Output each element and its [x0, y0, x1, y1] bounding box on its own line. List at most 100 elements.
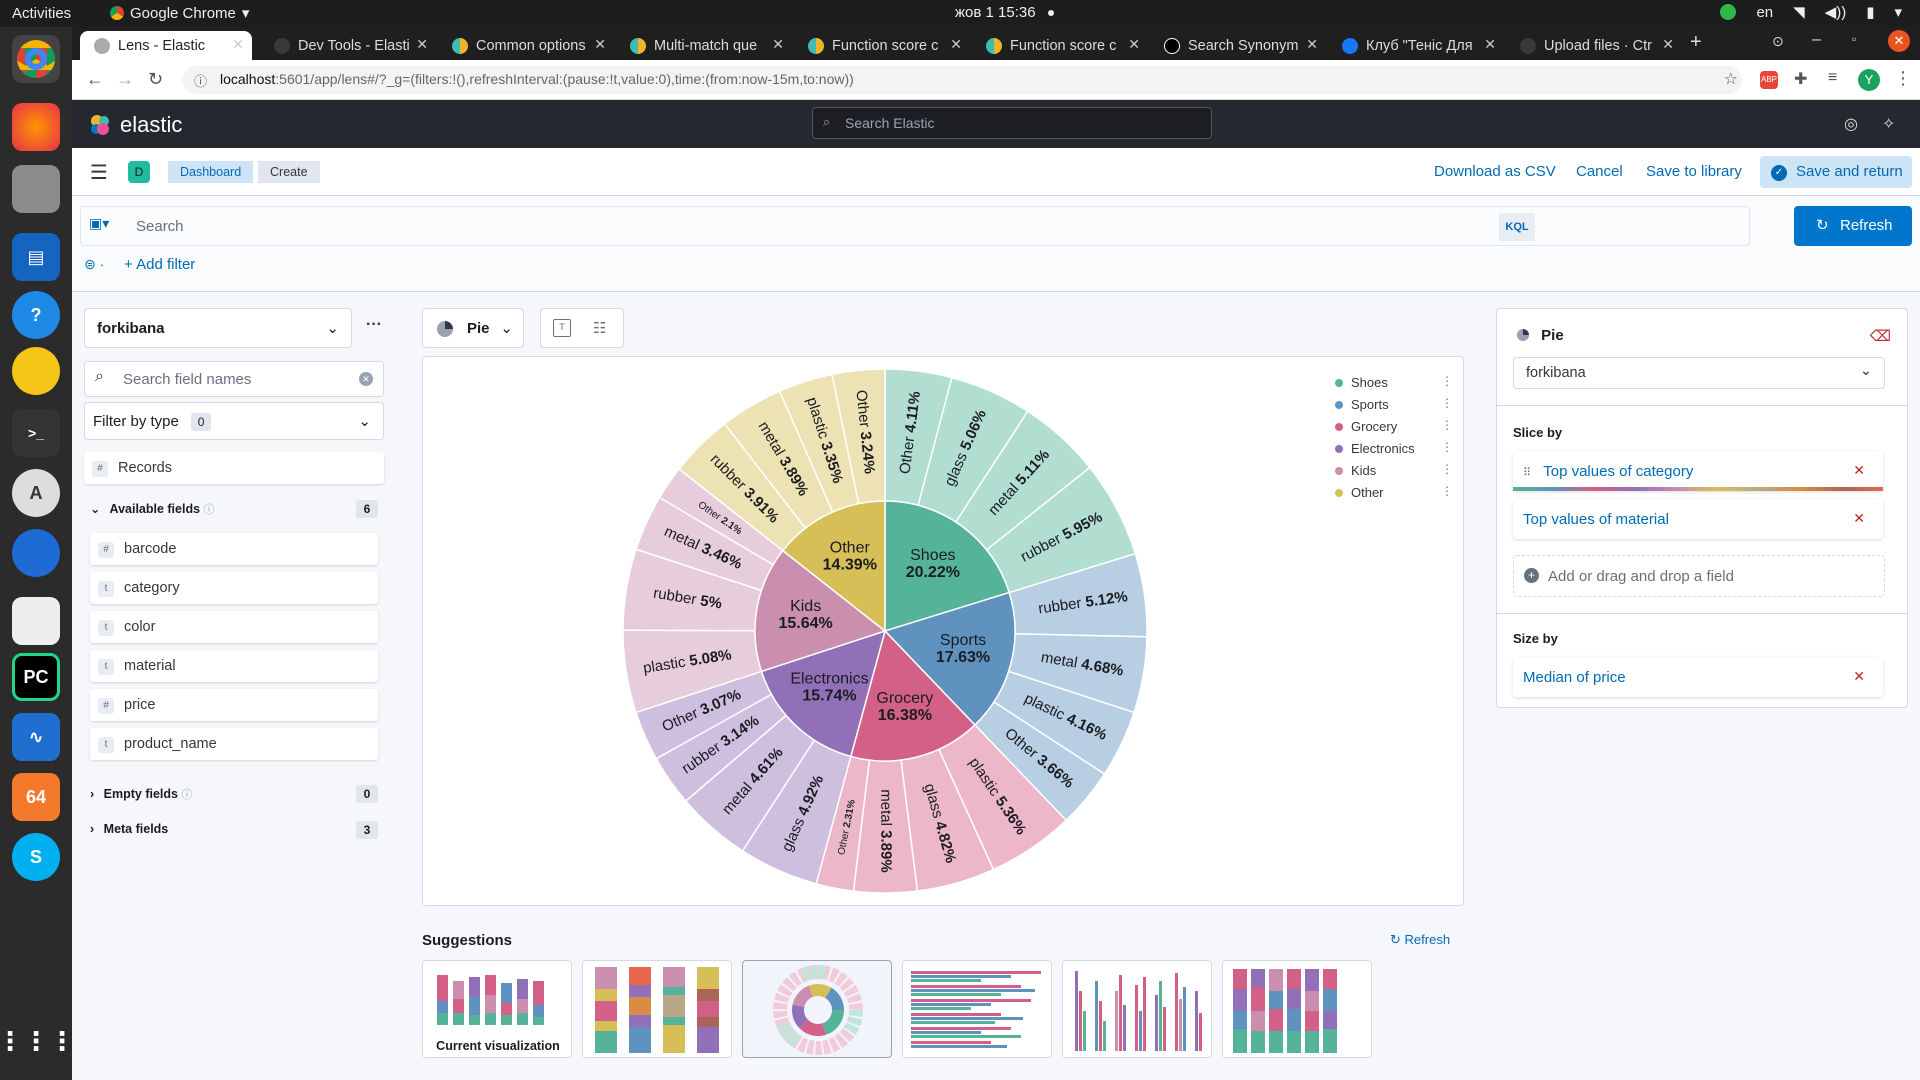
reload-icon[interactable]: ↻	[148, 69, 163, 90]
remove-dimension-icon[interactable]: ✕	[1853, 510, 1865, 527]
legend-actions-icon[interactable]: ⋮	[1441, 462, 1453, 476]
system-tray[interactable]: en ◥ ◀)) ▮ ▾	[1720, 3, 1902, 21]
dock-skype-icon[interactable]: S	[12, 833, 60, 881]
suggestion-stacked-bar[interactable]	[582, 960, 732, 1058]
dock-files-icon[interactable]	[12, 165, 60, 213]
kql-language-button[interactable]: KQL	[1499, 213, 1535, 241]
field-item[interactable]: t product_name	[90, 728, 378, 760]
dock-monitor-icon[interactable]: ∿	[12, 713, 60, 761]
dock-software-icon[interactable]: A	[12, 469, 60, 517]
layer-index-pattern-picker[interactable]: forkibana ⌄	[1513, 357, 1885, 389]
menu-icon[interactable]: ☰	[90, 160, 108, 185]
field-item[interactable]: t color	[90, 611, 378, 643]
remove-dimension-icon[interactable]: ✕	[1853, 668, 1865, 685]
forward-icon[interactable]: →	[116, 69, 134, 90]
close-tab-icon[interactable]: ✕	[416, 36, 428, 53]
activities-button[interactable]: Activities	[12, 5, 71, 22]
field-item[interactable]: # barcode	[90, 533, 378, 565]
clear-search-icon[interactable]: ✕	[359, 372, 373, 386]
field-records[interactable]: # Records	[84, 452, 384, 484]
dock-chrome-icon[interactable]	[12, 35, 60, 83]
app-menu[interactable]: Google Chrome ▾	[110, 4, 249, 22]
field-search-input[interactable]: ⌕ Search field names ✕	[84, 361, 384, 397]
suggestion-horizontal-bar[interactable]	[902, 960, 1052, 1058]
legend-item-shoes[interactable]: Shoes ⋮	[1335, 374, 1453, 390]
tab-function-score-1[interactable]: Function score c ✕	[800, 31, 970, 60]
space-avatar[interactable]: D	[128, 161, 150, 183]
tab-search-synonym[interactable]: Search Synonym ✕	[1156, 31, 1326, 60]
sunburst-chart[interactable]: Other 4.11%glass 5.06%metal 5.11%rubber …	[423, 357, 1463, 905]
refresh-button[interactable]: ↻ Refresh	[1794, 206, 1912, 246]
legend-actions-icon[interactable]: ⋮	[1441, 374, 1453, 388]
help-icon[interactable]: ◎	[1844, 114, 1858, 134]
remove-dimension-icon[interactable]: ✕	[1853, 462, 1865, 479]
dock-reader-icon[interactable]	[12, 597, 60, 645]
slice-dimension-material[interactable]: Top values of material ✕	[1513, 499, 1883, 539]
meta-fields-toggle[interactable]: › Meta fields 3	[90, 821, 384, 839]
more-options-icon[interactable]: ···	[366, 316, 382, 334]
media-icon[interactable]: ≡	[1828, 69, 1837, 87]
cancel-link[interactable]: Cancel	[1576, 163, 1623, 180]
dock-help-icon[interactable]: ?	[12, 291, 60, 339]
value-labels-icon[interactable]: T	[553, 319, 571, 337]
dock-blender-icon[interactable]: 64	[12, 773, 60, 821]
bookmark-star-icon[interactable]: ☆	[1724, 69, 1738, 89]
dock-firefox-icon[interactable]	[12, 103, 60, 151]
close-tab-icon[interactable]: ✕	[1128, 36, 1140, 53]
close-tab-icon[interactable]: ✕	[1484, 36, 1496, 53]
close-tab-icon[interactable]: ✕	[232, 36, 244, 53]
suggestions-refresh-link[interactable]: ↻ Refresh	[1390, 932, 1450, 948]
close-window-icon[interactable]: ✕	[1888, 30, 1910, 52]
close-tab-icon[interactable]: ✕	[772, 36, 784, 53]
add-filter-button[interactable]: + Add filter	[124, 256, 195, 273]
dock-writer-icon[interactable]: ▤	[12, 233, 60, 281]
close-tab-icon[interactable]: ✕	[1662, 36, 1674, 53]
new-tab-button[interactable]: +	[1690, 31, 1702, 54]
close-tab-icon[interactable]: ✕	[950, 36, 962, 53]
legend-actions-icon[interactable]: ⋮	[1441, 440, 1453, 454]
back-icon[interactable]: ←	[86, 69, 104, 90]
legend-settings-icon[interactable]: ☷	[593, 319, 606, 337]
saved-query-icon[interactable]: ▣▾	[89, 215, 125, 237]
save-and-return-button[interactable]: ✓ Save and return	[1760, 156, 1912, 188]
dock-thunderbird-icon[interactable]	[12, 529, 60, 577]
restore-icon[interactable]: ▫	[1852, 32, 1856, 46]
extensions-icon[interactable]: ✚	[1794, 69, 1807, 89]
tab-function-score-2[interactable]: Function score c ✕	[978, 31, 1148, 60]
field-item[interactable]: t material	[90, 650, 378, 682]
tab-devtools[interactable]: Dev Tools - Elasti ✕	[266, 31, 436, 60]
legend-item-other[interactable]: Other ⋮	[1335, 484, 1453, 500]
suggestion-donut[interactable]	[742, 960, 892, 1058]
dock-pycharm-icon[interactable]: PC	[12, 653, 60, 701]
drag-handle-icon[interactable]: ⠿	[1523, 467, 1531, 479]
show-apps-icon[interactable]: ⋮⋮⋮	[0, 1017, 75, 1065]
tab-multi-match[interactable]: Multi-match que ✕	[622, 31, 792, 60]
legend-item-grocery[interactable]: Grocery ⋮	[1335, 418, 1453, 434]
legend-actions-icon[interactable]: ⋮	[1441, 418, 1453, 432]
legend-actions-icon[interactable]: ⋮	[1441, 484, 1453, 498]
clear-layer-icon[interactable]: ⌫	[1870, 327, 1891, 345]
legend-item-sports[interactable]: Sports ⋮	[1335, 396, 1453, 412]
tab-lens[interactable]: Lens - Elastic ✕	[80, 31, 252, 60]
filter-options-icon[interactable]: ⊜ ·	[84, 256, 104, 273]
add-field-dropzone[interactable]: + Add or drag and drop a field	[1513, 555, 1885, 597]
newsfeed-icon[interactable]: ✧	[1882, 114, 1895, 134]
site-info-icon[interactable]: ⓘ	[194, 71, 207, 90]
tab-common-options[interactable]: Common options ✕	[444, 31, 614, 60]
legend-item-electronics[interactable]: Electronics ⋮	[1335, 440, 1453, 456]
index-pattern-picker[interactable]: forkibana ⌄	[84, 308, 352, 348]
url-bar[interactable]: ⓘ localhost:5601/app/lens#/?_g=(filters:…	[182, 66, 1742, 94]
legend-item-kids[interactable]: Kids ⋮	[1335, 462, 1453, 478]
dock-terminal-icon[interactable]: >_	[12, 409, 60, 457]
dock-rhythmbox-icon[interactable]	[12, 347, 60, 395]
global-search-input[interactable]: ⌕ Search Elastic	[812, 107, 1212, 139]
profile-avatar[interactable]: Y	[1858, 69, 1880, 91]
field-item[interactable]: t category	[90, 572, 378, 604]
filter-by-type-button[interactable]: Filter by type 0 ⌄	[84, 402, 384, 440]
tab-search-icon[interactable]: ⊙	[1772, 33, 1784, 50]
suggestion-current[interactable]: Current visualization	[422, 960, 572, 1058]
save-to-library-link[interactable]: Save to library	[1646, 163, 1742, 180]
download-csv-link[interactable]: Download as CSV	[1434, 163, 1556, 180]
chart-type-switcher[interactable]: Pie ⌄	[422, 308, 524, 348]
tab-facebook[interactable]: Клуб "Теніс Для ✕	[1334, 31, 1504, 60]
